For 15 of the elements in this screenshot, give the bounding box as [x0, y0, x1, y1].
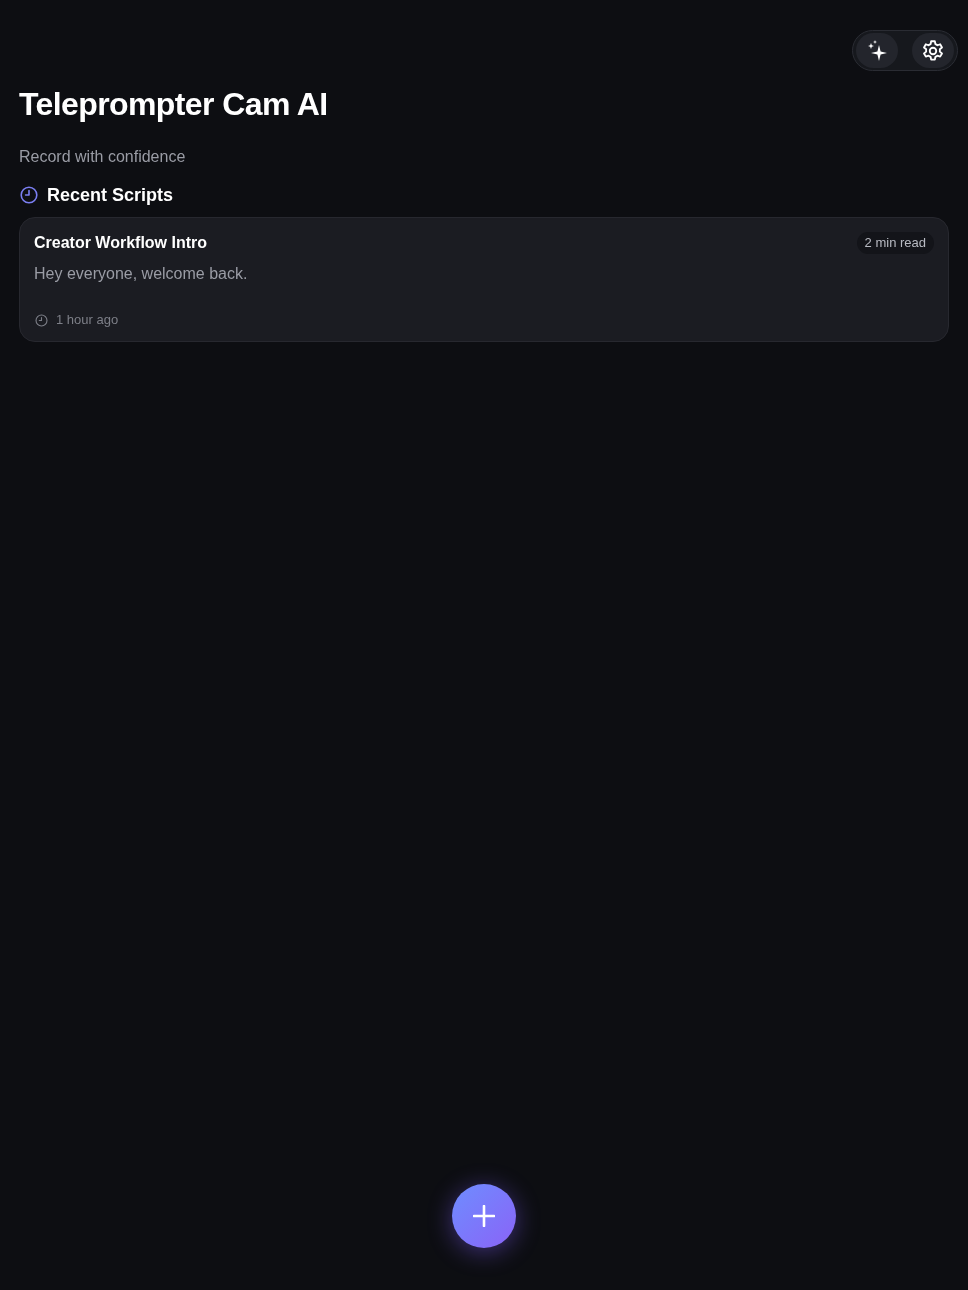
script-preview: Hey everyone, welcome back.: [34, 264, 249, 284]
app-title: Teleprompter Cam AI: [19, 85, 329, 124]
read-time-badge: 2 min read: [856, 232, 934, 254]
new-script-button[interactable]: [452, 1184, 516, 1248]
plus-icon: [473, 1205, 495, 1227]
clock-icon: [20, 186, 38, 204]
clock-icon: [35, 313, 48, 327]
script-card[interactable]: Creator Workflow Intro 2 min read Hey everyone, welcome back. 1 hour ago: [19, 217, 949, 342]
ai-sparkle-button[interactable]: [856, 33, 898, 68]
settings-icon: [920, 37, 946, 64]
section-heading: Recent Scripts: [47, 184, 174, 207]
updated-time: 1 hour ago: [56, 312, 119, 328]
script-title: Creator Workflow Intro: [34, 233, 208, 253]
app-subtitle: Record with confidence: [19, 147, 187, 167]
settings-button[interactable]: [912, 33, 954, 68]
